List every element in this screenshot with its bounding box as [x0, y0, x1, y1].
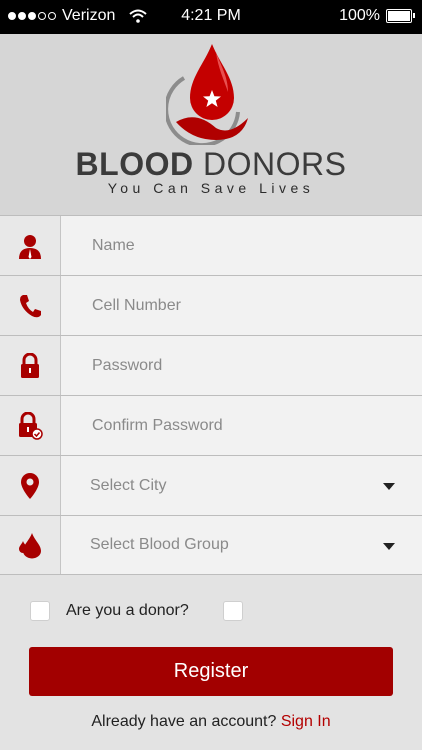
- app-header: BLOOD DONORS You Can Save Lives: [0, 34, 422, 215]
- battery-icon: [386, 9, 415, 23]
- brand-tagline: You Can Save Lives: [107, 180, 315, 196]
- brand-name-bold: BLOOD: [75, 146, 194, 182]
- location-pin-icon: [21, 472, 39, 499]
- user-icon-cell: [0, 216, 61, 275]
- location-pin-icon-cell: [0, 456, 61, 515]
- blood-drop-icon-cell: [0, 516, 61, 574]
- lock-check-icon: [19, 411, 43, 440]
- password-row: [0, 335, 422, 395]
- signin-link[interactable]: Sign In: [281, 713, 331, 730]
- phone-icon-cell: [0, 276, 61, 335]
- password-input[interactable]: [90, 355, 384, 376]
- name-input[interactable]: [90, 235, 384, 256]
- brand-name-rest: DONORS: [193, 146, 347, 182]
- city-select[interactable]: Select City: [0, 455, 422, 515]
- chevron-down-icon: [383, 483, 395, 490]
- battery-percent: 100%: [339, 7, 380, 24]
- register-button[interactable]: Register: [29, 647, 393, 696]
- city-select-value: Select City: [90, 476, 167, 494]
- lock-check-icon-cell: [0, 396, 61, 455]
- signin-prompt-text: Already have an account?: [91, 713, 281, 730]
- chevron-down-icon: [383, 543, 395, 550]
- registration-form: Select City Select Blood Group: [0, 215, 422, 575]
- lock-icon-cell: [0, 336, 61, 395]
- battery-status: 100%: [339, 7, 415, 25]
- status-bar: Verizon 4:21 PM 100%: [0, 0, 422, 34]
- blood-drop-icon: [19, 533, 41, 559]
- donor-confirm-checkbox[interactable]: [222, 601, 243, 621]
- confirm-password-input[interactable]: [90, 415, 384, 436]
- donor-checkbox[interactable]: [30, 601, 50, 621]
- donor-checkbox-label: Are you a donor?: [66, 602, 189, 619]
- phone-icon: [20, 294, 41, 317]
- user-icon: [19, 234, 41, 259]
- lock-icon: [21, 352, 39, 378]
- blood-group-select-value: Select Blood Group: [90, 536, 229, 553]
- donor-checkbox-row: Are you a donor?: [30, 601, 243, 621]
- signin-prompt: Already have an account? Sign In: [0, 713, 422, 731]
- brand-name: BLOOD DONORS: [0, 146, 422, 183]
- confirm-password-row: [0, 395, 422, 455]
- blood-group-select[interactable]: Select Blood Group: [0, 515, 422, 575]
- cell-row: [0, 275, 422, 335]
- name-row: [0, 215, 422, 275]
- blood-donors-logo: [166, 44, 248, 145]
- cell-number-input[interactable]: [90, 295, 384, 316]
